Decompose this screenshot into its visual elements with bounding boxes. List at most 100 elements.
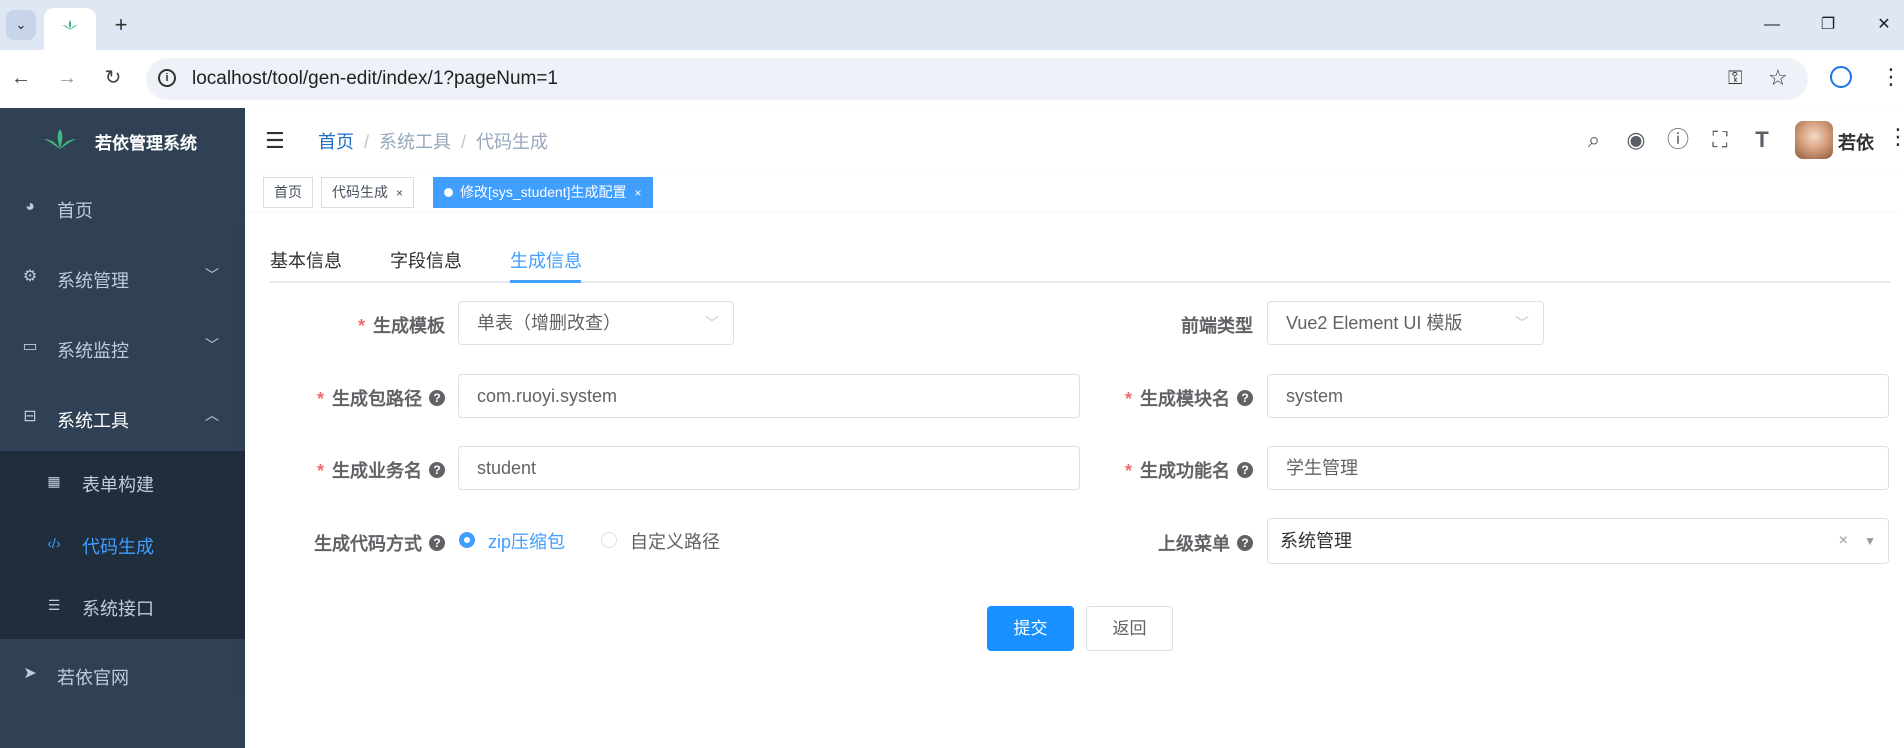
sidebar-item-code-gen[interactable]: ‹/› 代码生成: [0, 514, 245, 576]
logo-icon: [44, 129, 76, 149]
sidebar-item-label: 系统管理: [57, 271, 129, 291]
sidebar-item-label: 表单构建: [82, 475, 154, 495]
sidebar-item-home[interactable]: ◕ 首页: [0, 173, 245, 243]
sidebar-item-label: 系统工具: [57, 411, 129, 431]
label-gen-type: 生成代码方式?: [250, 530, 445, 556]
browser-tab-strip: [0, 0, 1904, 50]
chevron-down-icon: ﹀: [1515, 315, 1529, 331]
code-icon: ‹/›: [47, 535, 61, 551]
question-icon[interactable]: ?: [429, 462, 445, 479]
sidebar-item-system-monitor[interactable]: ▭ 系统监控 ﹀: [0, 313, 245, 383]
hamburger-icon[interactable]: ☰: [265, 128, 285, 154]
sidebar-item-system-management[interactable]: ⚙ 系统管理 ﹀: [0, 243, 245, 313]
radio-custom-path-label[interactable]: 自定义路径: [630, 528, 720, 554]
radio-custom-path[interactable]: [601, 532, 617, 548]
fullscreen-icon[interactable]: ⛶: [1707, 127, 1733, 153]
url-text[interactable]: localhost/tool/gen-edit/index/1?pageNum=…: [192, 68, 558, 90]
sidebar-item-official-site[interactable]: ➤ 若依官网: [0, 640, 245, 710]
tag-home[interactable]: 首页: [263, 177, 313, 208]
restore-button[interactable]: ❐: [1810, 10, 1846, 40]
breadcrumb-current: 代码生成: [476, 132, 549, 152]
function-name-input[interactable]: 学生管理: [1267, 446, 1889, 490]
tag-label: 首页: [274, 184, 302, 200]
package-path-input[interactable]: com.ruoyi.system: [458, 374, 1080, 418]
close-window-button[interactable]: ✕: [1866, 10, 1902, 40]
reload-icon[interactable]: ↻: [98, 63, 128, 93]
sidebar-item-label: 首页: [57, 201, 93, 221]
font-size-icon[interactable]: T: [1749, 127, 1775, 153]
label-business-name: * 生成业务名?: [250, 457, 445, 483]
sidebar-item-system-api[interactable]: ☰ 系统接口: [0, 576, 245, 638]
clear-icon[interactable]: ×: [1839, 519, 1848, 563]
radio-zip[interactable]: [459, 532, 475, 548]
bookmark-star-icon[interactable]: ☆: [1768, 65, 1788, 91]
send-icon: ➤: [23, 665, 37, 682]
business-name-input[interactable]: student: [458, 446, 1080, 490]
minimize-button[interactable]: —: [1754, 10, 1790, 40]
sidebar-item-form-builder[interactable]: ▦ 表单构建: [0, 452, 245, 514]
parent-menu-treeselect[interactable]: 系统管理 × ▼: [1267, 518, 1889, 564]
module-name-input[interactable]: system: [1267, 374, 1889, 418]
caret-down-icon[interactable]: ▼: [1864, 519, 1876, 563]
tag-close-icon[interactable]: ×: [635, 186, 642, 200]
tag-edit-gen-config[interactable]: 修改[sys_student]生成配置 ×: [433, 177, 653, 208]
sidebar-item-label: 系统监控: [57, 341, 129, 361]
breadcrumb-item: 系统工具: [379, 132, 452, 152]
browser-menu-icon[interactable]: ⋮: [1880, 64, 1902, 90]
radio-zip-label[interactable]: zip压缩包: [488, 528, 565, 554]
tab-basic-info[interactable]: 基本信息: [270, 247, 342, 273]
sidebar-item-label: 代码生成: [82, 537, 154, 557]
tab-gen-info[interactable]: 生成信息: [510, 247, 582, 273]
chevron-down-icon: ﹀: [205, 267, 219, 283]
sidebar-title: 若依管理系统: [95, 134, 197, 153]
site-info-icon[interactable]: i: [158, 69, 176, 87]
forward-arrow-icon[interactable]: →: [52, 63, 82, 93]
content-background: [245, 702, 1904, 748]
toolbox-icon: ⊟: [23, 408, 37, 425]
question-icon[interactable]: ?: [1237, 390, 1253, 407]
template-select[interactable]: 单表（增删改查） ﹀: [458, 301, 734, 345]
submit-button[interactable]: 提交: [987, 606, 1074, 651]
more-icon[interactable]: ⋮: [1887, 124, 1904, 150]
tag-close-icon[interactable]: ×: [396, 186, 403, 200]
monitor-icon: ▭: [22, 338, 38, 355]
tab-search-chevron-icon[interactable]: ⌄: [6, 10, 36, 40]
tab-field-info[interactable]: 字段信息: [390, 247, 462, 273]
label-function-name: * 生成功能名?: [1060, 457, 1253, 483]
search-icon[interactable]: ⌕: [1581, 127, 1607, 153]
new-tab-button[interactable]: +: [108, 12, 134, 38]
back-arrow-icon[interactable]: ←: [6, 63, 36, 93]
sliders-icon: ☰: [47, 597, 61, 613]
chevron-down-icon: ﹀: [705, 315, 719, 331]
table-icon: ▦: [47, 473, 61, 489]
sidebar-item-system-tools[interactable]: ⊟ 系统工具 ︿: [0, 383, 245, 453]
label-parent-menu: 上级菜单?: [1100, 530, 1253, 556]
back-button[interactable]: 返回: [1086, 606, 1173, 651]
chevron-up-icon: ︿: [205, 407, 219, 423]
tag-code-gen[interactable]: 代码生成 ×: [321, 177, 415, 208]
question-icon[interactable]: ?: [1237, 462, 1253, 479]
active-dot-icon: [444, 187, 453, 197]
breadcrumb-home[interactable]: 首页: [318, 132, 354, 152]
question-icon[interactable]: ?: [429, 390, 445, 407]
question-icon[interactable]: ?: [429, 535, 445, 552]
profile-icon[interactable]: [1830, 66, 1852, 88]
avatar[interactable]: [1795, 121, 1833, 159]
chevron-down-icon: ﹀: [205, 337, 219, 353]
sidebar-item-label: 若依官网: [57, 668, 129, 688]
label-template: * 生成模板: [357, 316, 445, 336]
help-icon[interactable]: ⓘ: [1665, 127, 1691, 153]
dashboard-icon: ◕: [25, 198, 35, 215]
label-module-name: * 生成模块名?: [1060, 385, 1253, 411]
gear-icon: ⚙: [22, 268, 38, 285]
github-icon[interactable]: ◉: [1623, 127, 1649, 153]
key-icon[interactable]: ⚿: [1728, 68, 1742, 90]
question-icon[interactable]: ?: [1237, 535, 1253, 552]
sidebar-item-label: 系统接口: [82, 599, 154, 619]
frontend-type-select[interactable]: Vue2 Element UI 模版 ﹀: [1267, 301, 1544, 345]
label-frontend-type: 前端类型: [1181, 316, 1253, 336]
user-name[interactable]: 若依: [1838, 129, 1874, 155]
active-tab-indicator: [510, 280, 581, 283]
breadcrumb: 首页 / 系统工具 / 代码生成: [318, 132, 549, 152]
tag-label: 代码生成: [332, 184, 388, 200]
